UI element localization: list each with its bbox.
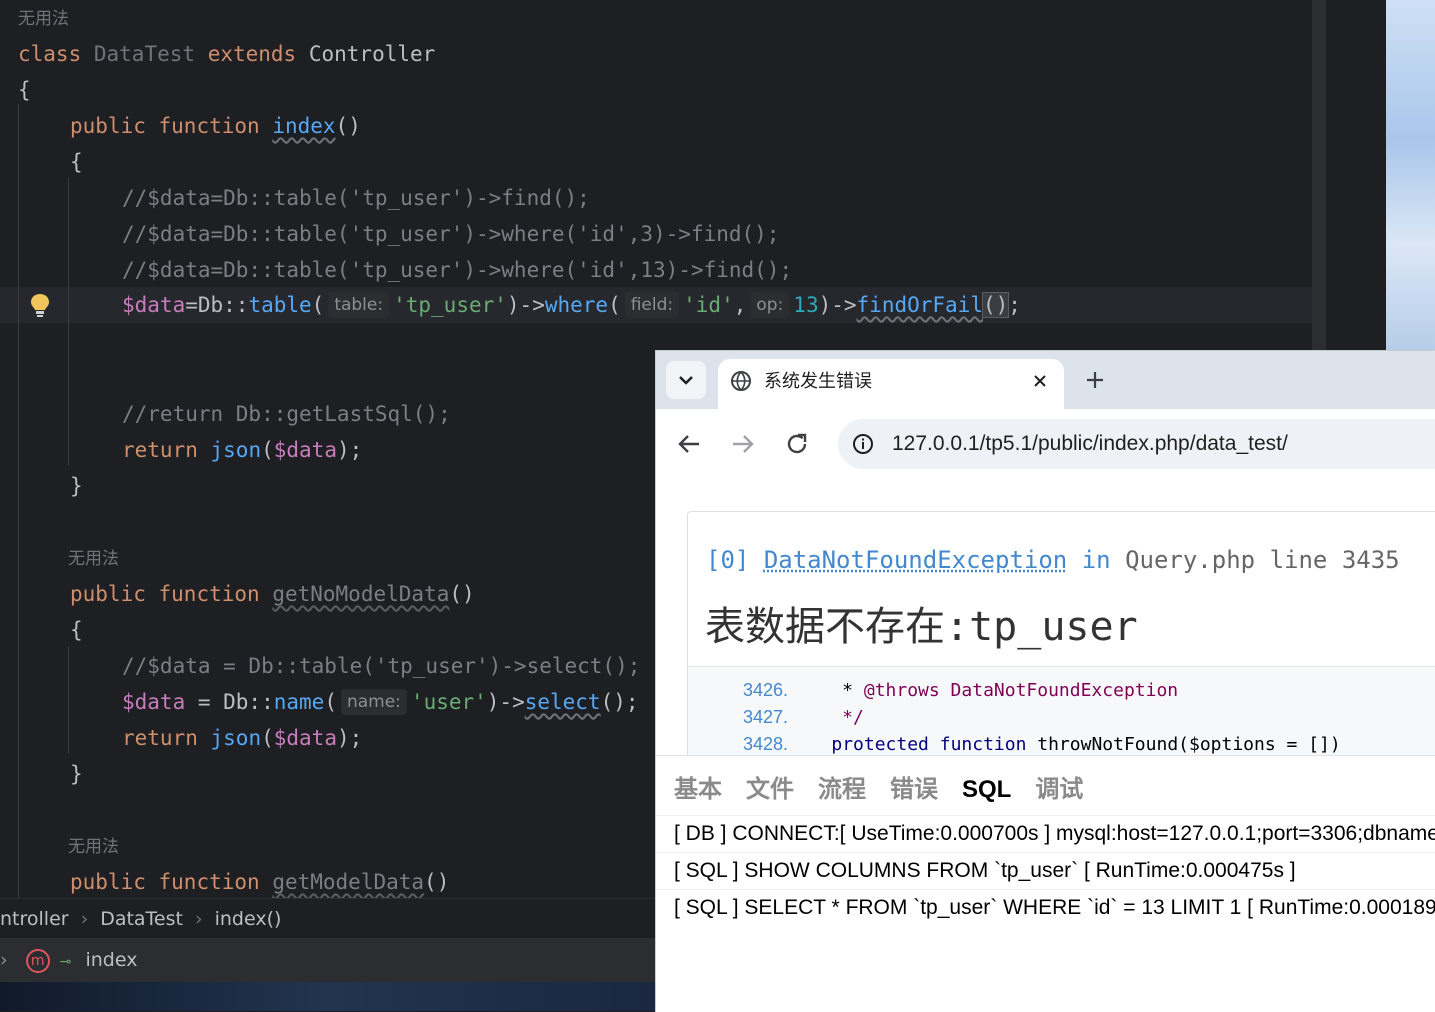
sql-log-row: [ SQL ] SHOW COLUMNS FROM `tp_user` [ Ru… [656,852,1435,888]
breadcrumb-item[interactable]: DataTest [100,908,183,930]
usage-hint: 无用法 [18,9,69,29]
exception-class-link[interactable]: DataNotFoundException [764,546,1067,574]
reload-icon[interactable] [784,431,810,457]
unlock-icon: ⊸ [59,954,72,970]
site-info-icon[interactable] [852,433,874,455]
trace-tab-file[interactable]: 文件 [746,776,794,803]
code-line: return json($data); [122,726,363,750]
code-line: { [18,78,31,102]
method-getnomodeldata-declaration: public function getNoModelData() [70,582,475,606]
breadcrumb: ntroller › DataTest › index() [0,898,655,939]
tab-strip: 系统发生错误 [656,351,1435,409]
exception-card: [0] DataNotFoundException in Query.php l… [687,511,1435,763]
code-line: } [70,474,83,498]
indent-guide [18,104,19,898]
structure-item-index[interactable]: index [85,949,137,971]
editor-gutter-right [1326,0,1386,350]
breadcrumb-item[interactable]: index() [215,908,282,930]
class-declaration: class DataTest extends Controller [18,42,436,66]
lightbulb-icon[interactable] [29,292,51,318]
desktop-taskbar [0,982,655,1011]
comment-line: //$data=Db::table('tp_user')->where('id'… [122,258,793,282]
usage-hint: 无用法 [68,549,119,569]
structure-bar: › m ⊸ index [0,938,655,982]
code-line: { [70,618,83,642]
method-icon: m [25,948,50,973]
param-hint: field: [624,292,680,318]
trace-tab-sql[interactable]: SQL [962,776,1011,803]
code-line: } [70,762,83,786]
sql-log-row: [ DB ] CONNECT:[ UseTime:0.000700s ] mys… [656,815,1435,851]
usage-hint: 无用法 [68,837,119,857]
code-line: return json($data); [122,438,363,462]
tab-title: 系统发生错误 [764,371,872,391]
source-line: 3428. protected function throwNotFound($… [742,734,1341,755]
trace-tab-error[interactable]: 错误 [890,776,938,803]
param-hint: table: [328,292,390,318]
trace-tabs: 基本 文件 流程 错误 SQL 调试 [674,764,1107,816]
source-line: 3426. * @throws DataNotFoundException [742,680,1179,701]
exception-message: 表数据不存在:tp_user [705,604,1138,650]
code-line: $data = Db::name(name:'user')->select(); [122,689,639,715]
chevron-right-icon: › [194,908,203,930]
comment-line: //return Db::getLastSql(); [122,402,451,426]
indent-guide [68,178,69,466]
breadcrumb-item[interactable]: ntroller [0,908,69,930]
chevron-right-icon[interactable]: › [0,949,8,971]
method-index-declaration: public function index() [70,114,361,138]
comment-line: //$data=Db::table('tp_user')->where('id'… [122,222,780,246]
source-snippet: 3426. * @throws DataNotFoundException 34… [688,666,1435,763]
globe-icon [731,371,751,391]
close-icon[interactable] [1032,373,1048,389]
code-line: { [70,150,83,174]
trace-tab-debug[interactable]: 调试 [1035,776,1083,803]
exception-heading: [0] DataNotFoundException in Query.php l… [706,546,1400,574]
chevron-down-icon [679,376,693,385]
back-arrow-icon[interactable] [676,432,702,456]
comment-line: //$data = Db::table('tp_user')->select()… [122,654,641,678]
forward-arrow-icon[interactable] [730,432,756,456]
sql-log-row: [ SQL ] SELECT * FROM `tp_user` WHERE `i… [656,889,1435,925]
indent-guide [68,646,69,754]
trace-tab-flow[interactable]: 流程 [818,776,866,803]
desktop-background [1386,0,1435,350]
new-tab-icon[interactable] [1084,369,1106,391]
chevron-right-icon: › [80,908,89,930]
url-text: 127.0.0.1/tp5.1/public/index.php/data_te… [892,432,1288,455]
trace-tab-basic[interactable]: 基本 [674,776,722,803]
trace-panel: 基本 文件 流程 错误 SQL 调试 [ DB ] CONNECT:[ UseTime:0… [656,755,1435,1012]
source-line: 3427. */ [742,707,864,728]
current-code-line[interactable]: $data=Db::table(table:'tp_user')->where(… [122,287,1021,323]
method-getmodeldata-declaration: public function getModelData() [70,870,450,894]
address-bar[interactable]: 127.0.0.1/tp5.1/public/index.php/data_te… [838,419,1435,469]
browser-toolbar: 127.0.0.1/tp5.1/public/index.php/data_te… [656,409,1435,479]
tab-search-button[interactable] [666,361,706,399]
browser-window: 系统发生错误 127.0.0.1/tp5.1/public/index.php/… [655,350,1435,1012]
param-hint: op: [750,292,790,318]
browser-tab[interactable]: 系统发生错误 [718,359,1064,409]
param-hint: name: [340,689,407,715]
comment-line: //$data=Db::table('tp_user')->find(); [122,186,590,210]
